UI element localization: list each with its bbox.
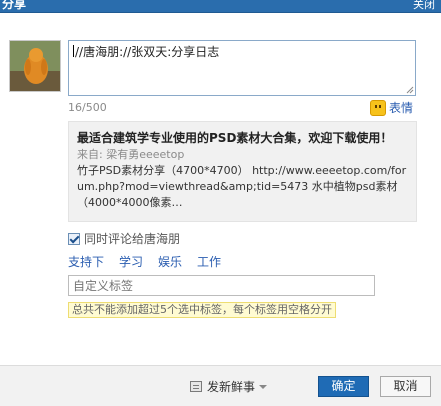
tag-option[interactable]: 娱乐 [158,254,182,270]
avatar [9,40,61,92]
tag-option[interactable]: 学习 [119,254,143,270]
shared-content-preview: 最适合建筑学专业使用的PSD素材大合集，欢迎下载使用！ 来自: 梁有勇eeeet… [68,121,417,222]
tag-option[interactable]: 支持下 [68,254,104,270]
custom-tag-input[interactable] [68,275,375,296]
dialog-footer: 发新鲜事 确定 取消 [0,365,441,406]
char-counter: 16/500 [68,101,107,114]
news-icon [190,381,202,392]
confirm-button[interactable]: 确定 [318,376,369,397]
tag-hint: 总共不能添加超过5个选中标签，每个标签用空格分开 [68,302,336,318]
tag-suggestions: 支持下 学习 娱乐 工作 [68,254,236,270]
emoticon-button[interactable]: 表情 [369,99,413,116]
dialog-titlebar: 分享 关闭 [0,0,441,13]
shared-title: 最适合建筑学专业使用的PSD素材大合集，欢迎下载使用！ [77,131,393,145]
post-news-dropdown[interactable]: 发新鲜事 [190,378,268,395]
also-comment-checkbox[interactable] [68,232,80,245]
compose-text: //唐海朋://张双天:分享日志 [75,45,220,59]
post-news-label: 发新鲜事 [207,380,256,394]
resize-handle-icon[interactable] [406,86,414,94]
emoticon-label: 表情 [388,101,413,115]
smiley-icon [369,99,386,116]
tag-option[interactable]: 工作 [197,254,221,270]
shared-source: 来自: 梁有勇eeeetop [77,148,185,161]
avatar-image-icon [10,41,60,91]
share-comment-textarea[interactable]: //唐海朋://张双天:分享日志 [68,40,416,96]
dialog-title: 分享 [2,0,27,11]
also-comment-label: 同时评论给唐海朋 [84,232,181,246]
text-caret [73,45,74,57]
chevron-down-icon [259,384,268,389]
also-comment-option[interactable]: 同时评论给唐海朋 [68,230,180,247]
cancel-button[interactable]: 取消 [380,376,431,397]
shared-excerpt: 竹子PSD素材分享（4700*4700） http://www.eeeetop.… [77,164,407,209]
close-link[interactable]: 关闭 [413,0,435,12]
